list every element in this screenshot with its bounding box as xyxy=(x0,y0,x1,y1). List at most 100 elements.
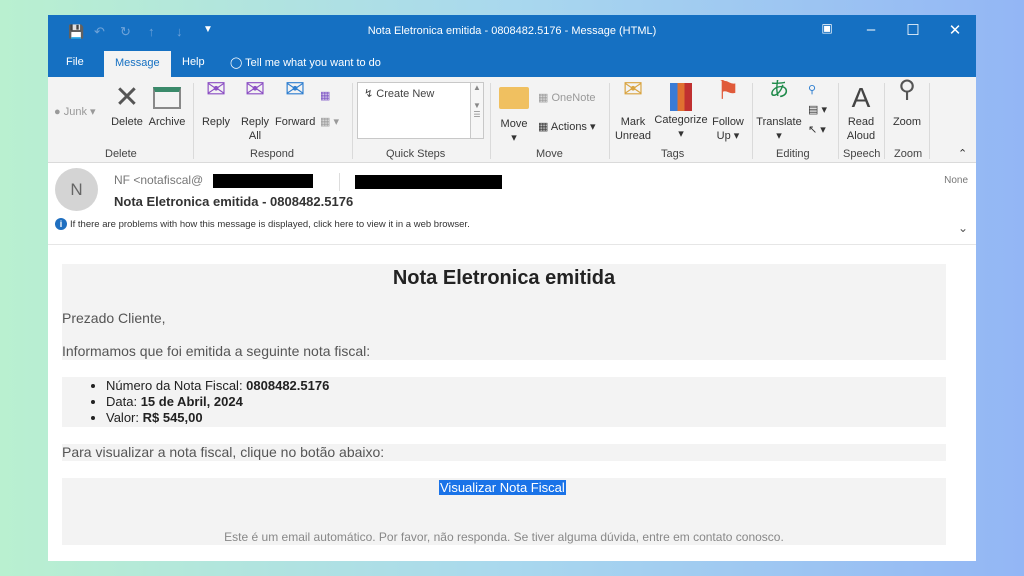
folder-move-icon xyxy=(499,87,529,109)
separator xyxy=(193,83,194,159)
info-bar[interactable]: i If there are problems with how this mes… xyxy=(55,218,470,230)
more-respond-icon[interactable]: ▦ ▾ xyxy=(320,115,339,128)
intro-section: Nota Eletronica emitida Prezado Cliente,… xyxy=(62,264,946,360)
reply-button[interactable]: ✉ Reply xyxy=(199,76,233,129)
quick-steps-scrollbar[interactable]: ▲ ▼ ☰ xyxy=(470,82,484,139)
actions-label: Actions xyxy=(550,121,587,133)
list-item: Número da Nota Fiscal: 0808482.5176 xyxy=(106,378,329,394)
cta-section: Para visualizar a nota fiscal, clique no… xyxy=(62,444,946,461)
tab-file[interactable]: File xyxy=(66,56,84,68)
collapse-ribbon-icon[interactable]: ⌃ xyxy=(958,147,967,160)
lightbulb-icon: ◯ xyxy=(230,57,243,69)
archive-label: Archive xyxy=(148,116,186,128)
magnifier-icon: ⚲ xyxy=(898,76,916,103)
expand-header-icon[interactable]: ⌄ xyxy=(958,221,968,235)
reply-all-button[interactable]: ✉ Reply All xyxy=(237,76,273,143)
separator xyxy=(339,173,340,191)
separator xyxy=(609,83,610,159)
view-invoice-link[interactable]: Visualizar Nota Fiscal xyxy=(439,480,566,495)
mark-unread-icon: ✉ xyxy=(622,76,644,103)
list-item: Valor: R$ 545,00 xyxy=(106,410,329,426)
details-section: Número da Nota Fiscal: 0808482.5176 Data… xyxy=(62,377,946,427)
item-label: Data: xyxy=(106,394,141,409)
tab-message[interactable]: Message xyxy=(104,51,171,77)
divider xyxy=(48,244,976,245)
move-label: Move xyxy=(500,118,528,130)
select-icon[interactable]: ▤ ▾ xyxy=(808,103,827,116)
redaction xyxy=(213,174,313,188)
forward-label: Forward xyxy=(275,116,316,128)
reply-icon: ✉ xyxy=(205,76,227,103)
delete-label: Delete xyxy=(111,116,143,128)
actions-icon: ▦ xyxy=(538,121,549,133)
sender-address: NF <notafiscal@ xyxy=(114,173,204,187)
invoice-value: R$ 545,00 xyxy=(142,410,203,425)
junk-label: Junk xyxy=(63,106,87,118)
separator xyxy=(884,83,885,159)
move-button[interactable]: Move ▾ xyxy=(497,83,531,145)
read-aloud-label: Read Aloud xyxy=(846,116,876,142)
reply-all-icon: ✉ xyxy=(244,76,266,103)
delete-button[interactable]: ✕ Delete xyxy=(110,83,144,129)
follow-up-label: Follow Up xyxy=(712,116,744,142)
maximize-button[interactable]: ☐ xyxy=(898,21,928,39)
cta-text: Para visualizar a nota fiscal, clique no… xyxy=(62,444,385,460)
separator xyxy=(838,83,839,159)
group-label-delete: Delete xyxy=(105,148,137,160)
title-bar: 💾 ↶ ↻ ↑ ↓ ▼ Nota Eletronica emitida - 08… xyxy=(48,15,976,49)
group-label-speech: Speech xyxy=(843,148,881,160)
forward-icon: ✉ xyxy=(284,76,306,103)
archive-icon xyxy=(153,87,181,109)
quick-steps-gallery[interactable]: ↯ Create New xyxy=(357,82,474,139)
group-label-tags: Tags xyxy=(661,148,685,160)
footer-text: Este é um email automático. Por favor, n… xyxy=(224,530,784,544)
reply-label: Reply xyxy=(201,116,231,128)
invoice-number: 0808482.5176 xyxy=(246,378,330,393)
forward-button[interactable]: ✉ Forward xyxy=(275,76,316,129)
importance-label: None xyxy=(944,175,968,186)
item-label: Valor: xyxy=(106,410,143,425)
zoom-button[interactable]: ⚲ Zoom xyxy=(890,76,924,129)
close-button[interactable]: ✕ xyxy=(940,21,970,39)
follow-up-button[interactable]: ⚑ Follow Up ▾ xyxy=(710,75,746,143)
read-aloud-button[interactable]: A Read Aloud xyxy=(843,83,879,143)
ribbon: ● Junk ▾ ✕ Delete Archive ✉ Reply ✉ Reply A… xyxy=(48,77,976,163)
group-label-move: Move xyxy=(536,148,563,160)
translate-button[interactable]: あ Translate ▾ xyxy=(755,80,803,143)
redaction xyxy=(355,175,502,189)
greeting: Prezado Cliente, xyxy=(62,310,166,326)
separator xyxy=(352,83,353,159)
categorize-label: Categorize xyxy=(654,114,708,126)
archive-button[interactable]: Archive xyxy=(147,83,187,129)
junk-button[interactable]: ● Junk ▾ xyxy=(54,105,96,118)
tab-help[interactable]: Help xyxy=(182,56,205,68)
tell-me-label: Tell me what you want to do xyxy=(245,57,381,69)
minimize-button[interactable]: – xyxy=(856,21,886,38)
flag-icon: ⚑ xyxy=(716,75,740,105)
ribbon-tabs: File Message Help ◯ Tell me what you wan… xyxy=(48,49,976,77)
cursor-select-icon[interactable]: ↖ ▾ xyxy=(808,123,826,136)
outlook-message-window: 💾 ↶ ↻ ↑ ↓ ▼ Nota Eletronica emitida - 08… xyxy=(48,15,976,561)
message-header: N NF <notafiscal@> Nota Eletronica emiti… xyxy=(48,163,976,245)
button-section: Visualizar Nota Fiscal Este é um email a… xyxy=(62,478,946,545)
ribbon-display-options-icon[interactable]: ▣ xyxy=(812,21,842,35)
mark-unread-button[interactable]: ✉ Mark Unread xyxy=(613,76,653,143)
quick-step-create-new[interactable]: Create New xyxy=(376,88,434,100)
onenote-button[interactable]: ▦ OneNote xyxy=(538,91,596,104)
lightning-icon: ↯ xyxy=(364,88,374,100)
group-label-zoom: Zoom xyxy=(894,148,923,160)
actions-button[interactable]: ▦ Actions ▾ xyxy=(538,120,596,133)
zoom-label: Zoom xyxy=(892,116,922,128)
onenote-label: OneNote xyxy=(551,92,596,104)
intro-text: Informamos que foi emitida a seguinte no… xyxy=(62,343,371,359)
mark-unread-label: Mark Unread xyxy=(614,116,652,142)
reply-all-label: Reply All xyxy=(240,116,270,142)
translate-label: Translate xyxy=(756,116,802,128)
meeting-reply-icon[interactable]: ▦ xyxy=(320,89,330,102)
categorize-button[interactable]: Categorize ▾ xyxy=(652,83,710,141)
avatar: N xyxy=(55,168,98,211)
tell-me-search[interactable]: ◯ Tell me what you want to do xyxy=(230,56,381,69)
details-list: Número da Nota Fiscal: 0808482.5176 Data… xyxy=(106,378,329,426)
list-item: Data: 15 de Abril, 2024 xyxy=(106,394,329,410)
find-icon[interactable]: ⚲ xyxy=(808,83,816,96)
